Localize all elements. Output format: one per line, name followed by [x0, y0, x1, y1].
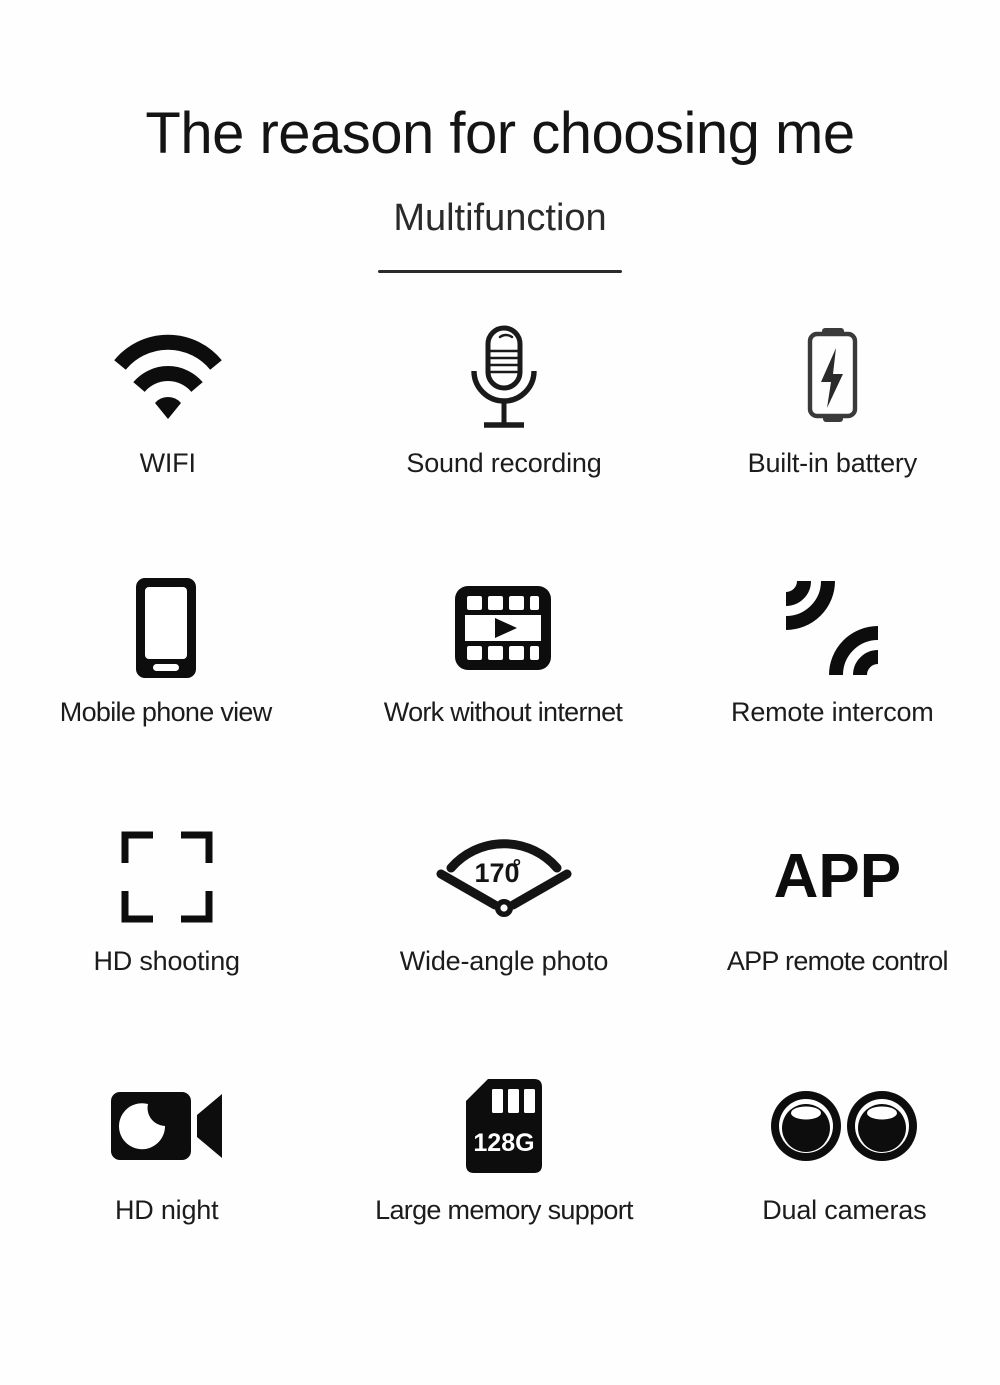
- sd-capacity-text: 128G: [473, 1129, 534, 1157]
- lens-left: [771, 1091, 842, 1161]
- header: The reason for choosing me Multifunction: [0, 0, 1000, 273]
- intercom-waves-icon: [778, 569, 886, 687]
- infographic-page: The reason for choosing me Multifunction…: [0, 0, 1000, 1385]
- feature-label: APP remote control: [726, 946, 949, 976]
- feature-label: Large memory support: [375, 1195, 633, 1225]
- feature-grid: WIFI Sound recording Built-in battery Mo…: [0, 320, 1000, 1316]
- dual-lens-icon: [769, 1067, 919, 1185]
- divider-wrap: [0, 269, 1000, 273]
- feature-item-battery: Built-in battery: [666, 320, 999, 569]
- wifi-icon: [112, 320, 224, 438]
- feature-label: Mobile phone view: [59, 697, 272, 727]
- wide-angle-icon: 170 °: [429, 818, 579, 936]
- mobile-phone-icon: [130, 569, 202, 687]
- app-wordmark-text: APP: [773, 842, 902, 911]
- feature-item-hd-shooting: HD shooting: [0, 818, 333, 1067]
- feature-label: HD shooting: [93, 946, 240, 976]
- title-divider: [378, 269, 622, 273]
- feature-item-large-memory-support: 128G Large memory support: [337, 1067, 670, 1316]
- page-title: The reason for choosing me: [145, 101, 855, 166]
- page-subtitle: Multifunction: [393, 196, 607, 239]
- focus-frame-icon: [121, 818, 213, 936]
- battery-icon: [796, 320, 868, 438]
- feature-item-remote-intercom: Remote intercom: [666, 569, 999, 818]
- feature-label: Remote intercom: [731, 697, 934, 727]
- feature-item-sound-recording: Sound recording: [337, 320, 670, 569]
- feature-label: Wide-angle photo: [399, 946, 609, 976]
- feature-label: HD night: [114, 1195, 219, 1225]
- lens-right: [847, 1091, 918, 1161]
- feature-item-wide-angle-photo: 170 ° Wide-angle photo: [337, 818, 670, 1067]
- night-camera-icon: [109, 1067, 225, 1185]
- app-wordmark-icon: APP: [774, 818, 901, 936]
- feature-label: Dual cameras: [762, 1195, 927, 1225]
- feature-item-mobile-phone-view: Mobile phone view: [0, 569, 332, 818]
- feature-label: Sound recording: [406, 448, 602, 478]
- feature-item-hd-night: HD night: [0, 1067, 333, 1316]
- feature-item-work-without-internet: Work without internet: [336, 569, 669, 818]
- feature-label: Built-in battery: [747, 448, 918, 478]
- feature-label: Work without internet: [383, 697, 623, 727]
- microphone-icon: [457, 320, 551, 438]
- feature-item-wifi: WIFI: [1, 320, 334, 569]
- film-strip-play-icon: [453, 569, 553, 687]
- feature-item-dual-cameras: Dual cameras: [678, 1067, 1000, 1316]
- feature-item-app-remote-control: APP APP remote control: [671, 818, 1000, 1067]
- degree-symbol: °: [513, 856, 521, 879]
- sd-card-icon: 128G: [462, 1067, 546, 1185]
- feature-label: WIFI: [139, 448, 196, 478]
